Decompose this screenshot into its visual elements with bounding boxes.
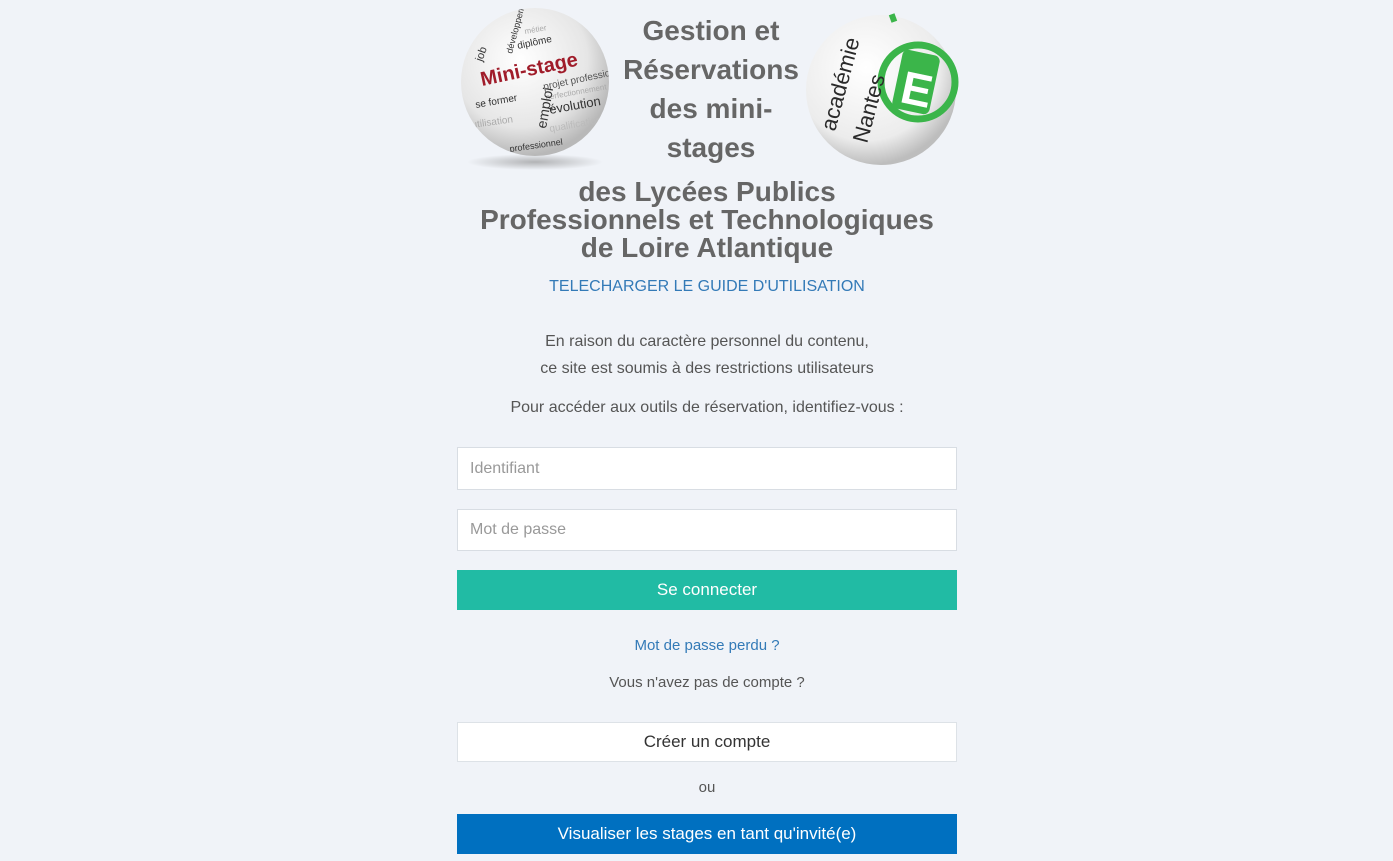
privacy-notice: En raison du caractère personnel du cont… <box>457 328 957 382</box>
login-instruction: Pour accéder aux outils de réservation, … <box>510 399 904 416</box>
username-input[interactable] <box>457 447 957 490</box>
page-title-top: Gestion et Réservations des mini-stages <box>623 15 799 163</box>
header: job développement diplôme métier Mini-st… <box>457 0 959 178</box>
guest-view-button[interactable]: Visualiser les stages en tant qu'invité(… <box>457 814 957 854</box>
lost-password-link[interactable]: Mot de passe perdu ? <box>457 637 957 654</box>
or-separator: ou <box>698 779 716 796</box>
title-line: des Lycées Publics <box>578 176 836 207</box>
no-account-text: Vous n'avez pas de compte ? <box>609 674 805 691</box>
create-account-button[interactable]: Créer un compte <box>457 722 957 762</box>
notice-line: En raison du caractère personnel du cont… <box>545 333 869 350</box>
password-input[interactable] <box>457 509 957 551</box>
mini-stage-logo: job développement diplôme métier Mini-st… <box>461 8 609 170</box>
academie-nantes-logo: E académie Nantes <box>806 13 959 165</box>
download-guide-link[interactable]: TELECHARGER LE GUIDE D'UTILISATION <box>457 278 957 296</box>
login-button[interactable]: Se connecter <box>457 570 957 610</box>
page-title-bottom: des Lycées Publics Professionnels et Tec… <box>457 178 957 262</box>
login-page: job développement diplôme métier Mini-st… <box>457 0 959 854</box>
title-line: de Loire Atlantique <box>580 232 834 263</box>
notice-line: ce site est soumis à des restrictions ut… <box>540 360 874 377</box>
title-line: Professionnels et Technologiques <box>480 204 934 235</box>
